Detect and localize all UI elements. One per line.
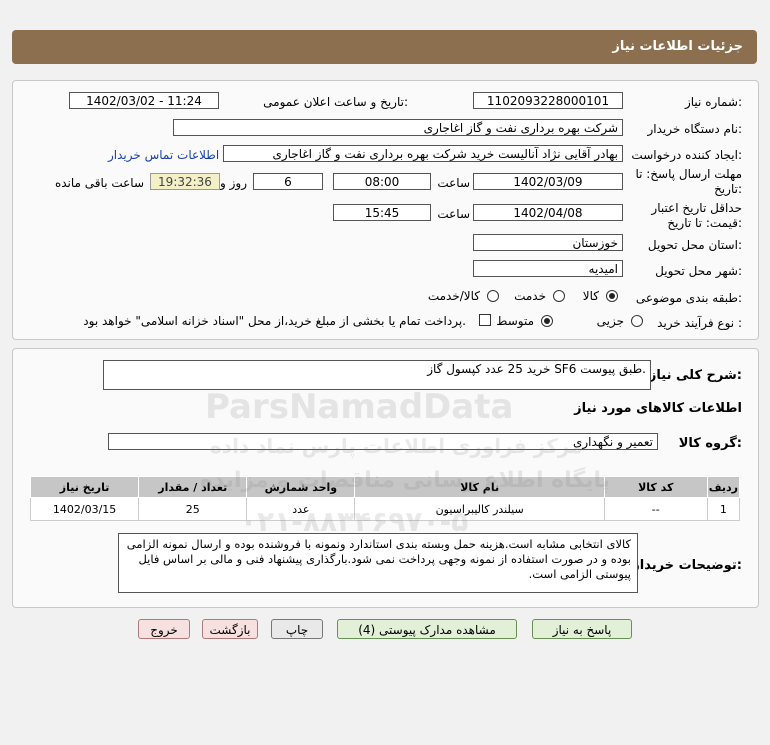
buyer-notes-label: توضیحات خریدار: bbox=[632, 558, 742, 573]
goods-group-label: گروه کالا: bbox=[678, 436, 742, 451]
treasury-payment-checkbox[interactable] bbox=[479, 314, 491, 326]
col-unit-header: واحد شمارش bbox=[246, 476, 356, 498]
validity-time-field: 15:45 bbox=[333, 204, 431, 221]
days-field: 6 bbox=[253, 173, 323, 190]
cell-unit: عدد bbox=[246, 497, 356, 521]
col-qty-header: تعداد / مقدار bbox=[138, 476, 248, 498]
need-number-label: شماره نیاز: bbox=[684, 95, 742, 109]
deadline-time-field: 08:00 bbox=[333, 173, 431, 190]
validity-label-2: قیمت: تا تاریخ: bbox=[667, 216, 742, 230]
contact-buyer-link[interactable]: اطلاعات تماس خریدار bbox=[108, 148, 219, 162]
province-field: خوزستان bbox=[473, 234, 623, 251]
print-button[interactable]: چاپ bbox=[271, 619, 323, 639]
process-label: نوع فرآیند خرید : bbox=[657, 316, 742, 330]
goods-info-title: اطلاعات کالاهای مورد نیاز bbox=[574, 401, 742, 416]
process-minor-label: جزیی bbox=[596, 314, 624, 328]
reply-button[interactable]: پاسخ به نیاز bbox=[532, 619, 632, 639]
back-button[interactable]: بازگشت bbox=[202, 619, 258, 639]
remaining-label: ساعت باقی مانده bbox=[54, 176, 144, 190]
buyer-notes-field: کالای انتخابی مشابه است.هزینه حمل وبسته … bbox=[118, 533, 638, 593]
cell-qty: 25 bbox=[138, 497, 248, 521]
category-goods-service-radio[interactable] bbox=[487, 290, 499, 302]
need-number-field: 1102093228000101 bbox=[473, 92, 623, 109]
payment-note: پرداخت تمام یا بخشی از مبلغ خرید،از محل … bbox=[83, 314, 466, 328]
category-label: طبقه بندی موضوعی: bbox=[635, 291, 742, 305]
deadline-date-field: 1402/03/09 bbox=[473, 173, 623, 190]
category-goods-radio[interactable] bbox=[606, 290, 618, 302]
province-label: استان محل تحویل: bbox=[647, 238, 742, 252]
city-label: شهر محل تحویل: bbox=[655, 264, 742, 278]
category-goods-label: کالا bbox=[582, 289, 599, 303]
category-service-label: خدمت bbox=[514, 289, 546, 303]
cell-code: -- bbox=[603, 497, 708, 521]
deadline-time-label: ساعت bbox=[437, 176, 470, 190]
requester-field: بهادر آقایی نژاد آنالیست خرید شرکت بهره … bbox=[223, 145, 623, 162]
announce-field: 1402/03/02 - 11:24 bbox=[69, 92, 219, 109]
process-minor-radio[interactable] bbox=[631, 315, 643, 327]
category-service-radio[interactable] bbox=[553, 290, 565, 302]
announce-label: تاریخ و ساعت اعلان عمومی: bbox=[263, 95, 408, 109]
buyer-org-label: نام دستگاه خریدار: bbox=[647, 122, 743, 136]
cell-date: 1402/03/15 bbox=[29, 497, 140, 521]
view-attachments-button[interactable]: مشاهده مدارک پیوستی (4) bbox=[337, 619, 517, 639]
validity-date-field: 1402/04/08 bbox=[473, 204, 623, 221]
countdown-field: 19:32:36 bbox=[150, 173, 220, 190]
validity-time-label: ساعت bbox=[437, 207, 470, 221]
category-goods-service-label: کالا/خدمت bbox=[427, 289, 480, 303]
process-medium-label: متوسط bbox=[496, 314, 534, 328]
goods-table: ردیف کد کالا نام کالا واحد شمارش تعداد /… bbox=[29, 476, 741, 521]
exit-button[interactable]: خروج bbox=[138, 619, 190, 639]
cell-name: سیلندر کالیبراسیون bbox=[354, 497, 605, 521]
goods-table-header: ردیف کد کالا نام کالا واحد شمارش تعداد /… bbox=[29, 476, 741, 498]
requester-label: ایجاد کننده درخواست: bbox=[631, 148, 742, 162]
deadline-label-1: مهلت ارسال پاسخ: تا bbox=[635, 167, 742, 181]
col-name-header: نام کالا bbox=[354, 476, 605, 498]
days-label: روز و bbox=[220, 176, 247, 190]
validity-label-1: حداقل تاریخ اعتبار bbox=[651, 201, 742, 215]
col-date-header: تاریخ نیاز bbox=[29, 476, 140, 498]
col-code-header: کد کالا bbox=[603, 476, 708, 498]
table-row: 1 -- سیلندر کالیبراسیون عدد 25 1402/03/1… bbox=[29, 497, 741, 521]
page-title: جزئیات اطلاعات نیاز bbox=[612, 39, 743, 54]
summary-label: شرح کلی نیاز: bbox=[648, 368, 742, 383]
cell-row: 1 bbox=[706, 497, 741, 521]
deadline-label-2: تاریخ: bbox=[714, 182, 742, 196]
process-medium-radio[interactable] bbox=[541, 315, 553, 327]
city-field: امیدیه bbox=[473, 260, 623, 277]
page-header: جزئیات اطلاعات نیاز bbox=[12, 30, 757, 64]
col-row-header: ردیف bbox=[706, 476, 741, 498]
goods-group-field: تعمیر و نگهداری bbox=[108, 433, 658, 450]
summary-field: خرید 25 عدد کپسول گاز SF6 طبق پیوست. bbox=[103, 360, 651, 390]
buyer-org-field: شرکت بهره برداری نفت و گاز اغاجاری bbox=[173, 119, 623, 136]
